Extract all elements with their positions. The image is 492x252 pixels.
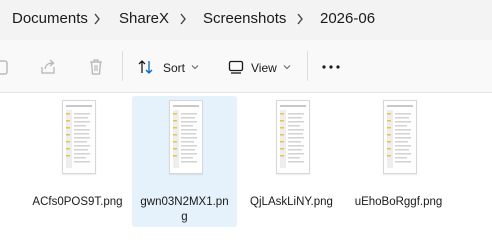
view-icon[interactable] — [228, 60, 244, 74]
breadcrumb-sharex[interactable]: ShareX — [119, 10, 169, 28]
chevron-down-icon — [283, 65, 291, 70]
file-name: uEhoBoRggf.png — [354, 196, 443, 208]
chevron-right-icon — [297, 13, 303, 25]
share-icon[interactable] — [39, 58, 57, 76]
file-thumbnail — [276, 100, 310, 174]
delete-icon[interactable] — [88, 58, 104, 76]
sort-icon[interactable] — [137, 59, 155, 75]
file-thumbnail — [383, 100, 417, 174]
breadcrumb-documents[interactable]: Documents — [12, 10, 88, 28]
breadcrumb-2026-06[interactable]: 2026-06 — [320, 10, 375, 28]
view-button[interactable]: View — [251, 61, 277, 75]
chevron-right-icon — [94, 13, 100, 25]
file-thumbnail — [169, 100, 203, 174]
file-name: QjLAskLiNY.png — [250, 196, 333, 208]
file-name: g — [181, 211, 188, 223]
chevron-right-icon — [180, 13, 186, 25]
toolbar-divider — [307, 51, 308, 81]
toolbar-divider — [122, 51, 123, 81]
more-options-icon[interactable] — [322, 65, 340, 69]
sort-button[interactable]: Sort — [163, 61, 185, 75]
copy-icon[interactable] — [0, 58, 10, 76]
file-name: gwn03N2MX1.pn — [140, 196, 229, 208]
file-name: ACfs0POS9T.png — [32, 196, 123, 208]
command-bar — [0, 40, 492, 93]
breadcrumb-screenshots[interactable]: Screenshots — [203, 10, 286, 28]
chevron-down-icon — [191, 65, 199, 70]
file-thumbnail — [62, 100, 96, 174]
